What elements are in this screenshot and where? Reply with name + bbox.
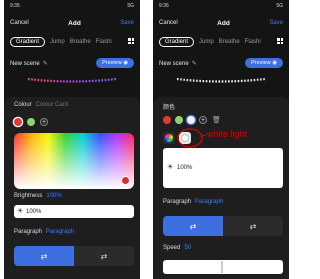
colour-label-row: 颜色: [163, 102, 175, 111]
tab-flash[interactable]: Flashi: [96, 39, 112, 45]
edit-icon[interactable]: ✎: [43, 61, 48, 67]
direction-forward-button[interactable]: ⇄: [163, 216, 223, 236]
left-phone-screen: 9:35 5G Cancel Add Save Gradient Jump Br…: [4, 0, 140, 279]
color-swatch-red[interactable]: [163, 116, 171, 124]
header: Cancel Add Save: [159, 17, 283, 29]
gradient-preview-strip: [176, 77, 266, 83]
color-picker-handle[interactable]: [121, 176, 130, 185]
color-wheel-icon: [165, 134, 173, 142]
status-bar: 9:36 5G: [159, 3, 283, 11]
colour-card-tab[interactable]: Colour Card: [36, 102, 68, 108]
direction-forward-button[interactable]: ⇄: [14, 246, 74, 266]
paragraph-label-row: Paragraph Paragraph: [14, 229, 74, 235]
preview-button[interactable]: Preview ◉: [245, 58, 283, 68]
tab-jump[interactable]: Jump: [50, 39, 65, 45]
status-time: 9:36: [159, 3, 169, 9]
right-phone-screen: 9:36 5G Cancel Add Save Gradient Jump Br…: [153, 0, 289, 279]
brightness-label-row: Brightness 100%: [14, 193, 62, 199]
annotation-label: white light: [207, 129, 248, 139]
tab-breathe[interactable]: Breathe: [70, 39, 91, 45]
mode-tabs: Gradient Jump Breathe Flashi: [159, 36, 283, 48]
color-swatch-green[interactable]: [175, 116, 183, 124]
cancel-button[interactable]: Cancel: [159, 20, 178, 26]
add-color-button[interactable]: +: [40, 118, 48, 126]
speed-label-row: Speed 50: [163, 245, 191, 251]
page-title: Add: [68, 19, 81, 27]
header: Cancel Add Save: [10, 17, 134, 29]
paragraph-label: Paragraph: [163, 199, 192, 205]
white-light-mode-button[interactable]: [179, 132, 191, 144]
paragraph-value: Paragraph: [195, 199, 224, 205]
direction-reverse-button[interactable]: ⇄: [74, 246, 134, 266]
scene-name: New scene: [159, 60, 189, 67]
brightness-label: Brightness: [14, 193, 43, 199]
page-title: Add: [217, 19, 230, 27]
edit-icon[interactable]: ✎: [192, 61, 197, 67]
tab-breathe[interactable]: Breathe: [219, 39, 240, 45]
tab-gradient[interactable]: Gradient: [10, 37, 46, 47]
tab-jump[interactable]: Jump: [199, 39, 214, 45]
paragraph-label-row: Paragraph Paragraph: [163, 199, 223, 205]
scene-row: New scene ✎ Preview ◉: [159, 57, 283, 69]
brightness-field-value: 100%: [26, 209, 42, 215]
grid-icon[interactable]: [277, 38, 283, 44]
scene-name: New scene: [10, 60, 40, 67]
sun-icon: ☀: [167, 164, 174, 171]
speed-value: 50: [184, 245, 192, 251]
brightness-field-value: 100%: [177, 165, 193, 171]
status-bar: 9:35 5G: [10, 3, 134, 11]
sun-icon: ☀: [17, 208, 24, 215]
preview-label: Preview: [251, 60, 271, 66]
tab-gradient[interactable]: Gradient: [159, 37, 195, 47]
direction-segment-control: ⇄ ⇄: [163, 216, 283, 236]
brightness-value: 100%: [46, 193, 62, 199]
scene-row: New scene ✎ Preview ◉: [10, 57, 134, 69]
colour-tab[interactable]: 颜色: [163, 105, 175, 111]
grid-icon[interactable]: [128, 38, 134, 44]
mode-tabs: Gradient Jump Breathe Flashi: [10, 36, 134, 48]
preview-label: Preview: [102, 60, 122, 66]
tab-flash[interactable]: Flashi: [245, 39, 261, 45]
speed-slider[interactable]: [163, 260, 283, 274]
direction-reverse-button[interactable]: ⇄: [223, 216, 283, 236]
colour-tab[interactable]: Colour: [14, 102, 32, 108]
save-button[interactable]: Save: [269, 20, 283, 26]
color-wheel-mode-button[interactable]: [163, 132, 175, 144]
color-swatch-white[interactable]: [187, 116, 195, 124]
speed-slider-thumb[interactable]: [221, 261, 223, 273]
direction-segment-control: ⇄ ⇄: [14, 246, 134, 266]
speed-label: Speed: [163, 245, 181, 251]
colour-label-row: Colour Colour Card: [14, 102, 68, 108]
status-icons: 5G: [276, 3, 283, 9]
paragraph-value: Paragraph: [46, 229, 75, 235]
settings-panel: [153, 97, 289, 279]
white-light-icon: [181, 134, 189, 142]
color-swatch-red[interactable]: [14, 118, 22, 126]
gradient-preview-strip: [27, 77, 117, 83]
add-color-button[interactable]: +: [199, 116, 207, 124]
paragraph-label: Paragraph: [14, 229, 43, 235]
status-icons: 5G: [127, 3, 134, 9]
cancel-button[interactable]: Cancel: [10, 20, 29, 26]
save-button[interactable]: Save: [120, 20, 134, 26]
color-picker-canvas[interactable]: [14, 133, 134, 189]
status-time: 9:35: [10, 3, 20, 9]
preview-button[interactable]: Preview ◉: [96, 58, 134, 68]
delete-icon[interactable]: 🗑: [212, 116, 221, 124]
color-swatch-green[interactable]: [27, 118, 35, 126]
